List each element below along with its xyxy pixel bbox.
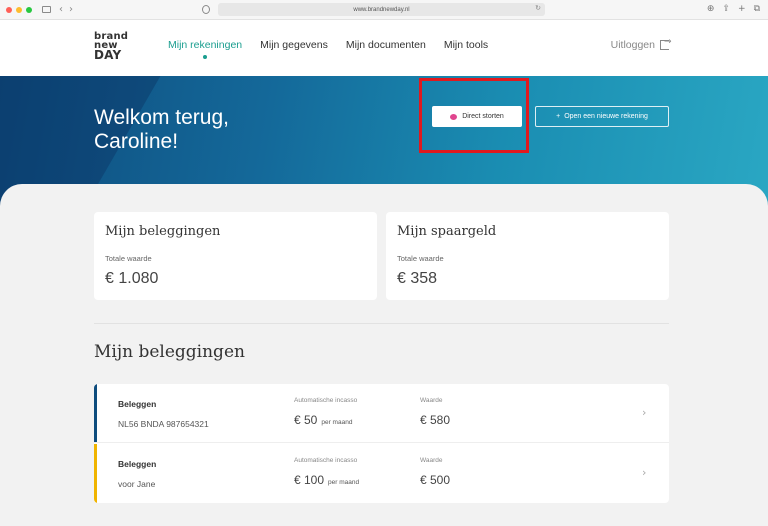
welcome-line-2: Caroline! (94, 130, 179, 153)
card-value: € 358 (397, 270, 438, 287)
main-content: Mijn beleggingen Totale waarde € 1.080 M… (0, 184, 768, 526)
account-subtitle: voor Jane (118, 479, 156, 489)
savings-summary-card[interactable]: Mijn spaargeld Totale waarde € 358 (386, 212, 669, 300)
incasso-label: Automatische incasso (294, 397, 358, 404)
account-subtitle: NL56 BNDA 987654321 (118, 419, 209, 429)
card-title: Mijn spaargeld (397, 224, 497, 239)
investments-summary-card[interactable]: Mijn beleggingen Totale waarde € 1.080 (94, 212, 377, 300)
account-accent-bar (94, 444, 97, 503)
download-icon[interactable]: ⊕ (707, 4, 715, 14)
sidebar-icon[interactable] (42, 6, 51, 13)
welcome-line-1: Welkom terug, (94, 106, 229, 129)
card-value: € 1.080 (105, 270, 159, 287)
browser-toolbar: ‹ › www.brandnewday.nl ↻ ⊕ ⇪ + ⧉ (0, 0, 768, 20)
incasso-amount: € 100 per maand (294, 473, 359, 487)
account-name: Beleggen (118, 399, 157, 409)
account-value: € 500 (420, 473, 451, 487)
plus-icon: + (556, 113, 561, 120)
open-account-button[interactable]: + Open een nieuwe rekening (535, 106, 669, 127)
nav-mijn-rekeningen[interactable]: Mijn rekeningen (168, 39, 242, 59)
logo-line-3: DAY (94, 48, 122, 62)
account-value: € 580 (420, 413, 451, 427)
nav-mijn-gegevens[interactable]: Mijn gegevens (260, 39, 328, 51)
section-title: Mijn beleggingen (94, 342, 245, 362)
back-icon[interactable]: ‹ (59, 4, 63, 15)
incasso-label: Automatische incasso (294, 457, 358, 464)
address-bar[interactable]: www.brandnewday.nl ↻ (218, 3, 545, 16)
browser-actions: ⊕ ⇪ + ⧉ (707, 4, 760, 14)
forward-icon[interactable]: › (69, 4, 73, 15)
welcome-title: Welkom terug, Caroline! (94, 106, 229, 154)
chevron-right-icon[interactable]: › (642, 466, 646, 479)
nav-mijn-documenten[interactable]: Mijn documenten (346, 39, 426, 51)
logout-button[interactable]: Uitloggen (610, 37, 672, 51)
logout-icon (660, 37, 672, 50)
brand-logo[interactable]: brand new DAY (94, 32, 128, 62)
main-nav: Mijn rekeningen Mijn gegevens Mijn docum… (168, 39, 488, 59)
incasso-amount: € 50 per maand (294, 413, 352, 427)
account-row[interactable]: Beleggen NL56 BNDA 987654321 Automatisch… (94, 384, 669, 443)
divider (94, 323, 669, 324)
nav-mijn-tools[interactable]: Mijn tools (444, 39, 488, 51)
chevron-right-icon[interactable]: › (642, 406, 646, 419)
logout-label: Uitloggen (610, 39, 655, 51)
maximize-window-button[interactable] (26, 6, 32, 13)
incasso-unit: per maand (321, 419, 353, 426)
incasso-value: € 100 (294, 473, 325, 487)
card-label: Totale waarde (397, 254, 444, 263)
value-label: Waarde (420, 397, 443, 404)
account-row[interactable]: Beleggen voor Jane Automatische incasso … (94, 444, 669, 503)
value-label: Waarde (420, 457, 443, 464)
new-tab-icon[interactable]: + (738, 4, 746, 14)
close-window-button[interactable] (6, 6, 12, 13)
card-title: Mijn beleggingen (105, 224, 221, 239)
incasso-value: € 50 (294, 413, 318, 427)
url-text: www.brandnewday.nl (353, 6, 410, 13)
open-account-label: Open een nieuwe rekening (564, 113, 648, 120)
shield-icon[interactable] (202, 5, 210, 14)
reload-icon[interactable]: ↻ (535, 4, 541, 12)
account-list: Beleggen NL56 BNDA 987654321 Automatisch… (94, 384, 669, 503)
tabs-icon[interactable]: ⧉ (754, 4, 760, 14)
share-icon[interactable]: ⇪ (722, 4, 730, 14)
minimize-window-button[interactable] (16, 6, 22, 13)
incasso-unit: per maand (328, 479, 360, 486)
card-label: Totale waarde (105, 254, 152, 263)
window-controls (6, 6, 32, 13)
site-header: brand new DAY Mijn rekeningen Mijn gegev… (0, 20, 768, 76)
account-name: Beleggen (118, 459, 157, 469)
highlight-box (419, 78, 529, 153)
account-accent-bar (94, 384, 97, 442)
